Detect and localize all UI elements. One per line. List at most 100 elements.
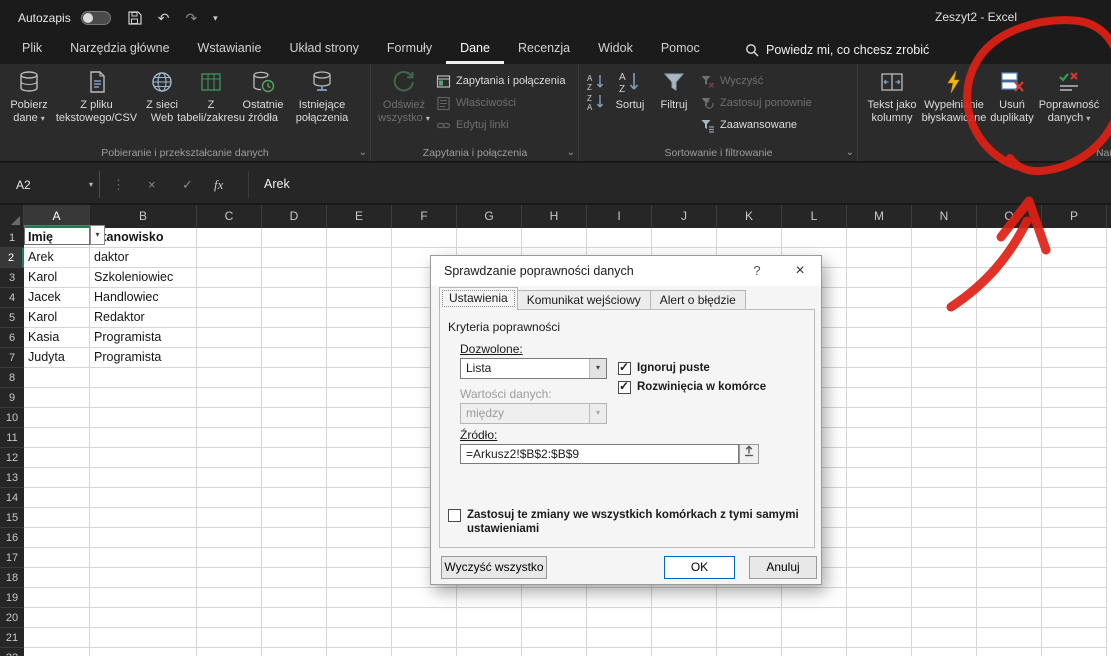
tell-me-search[interactable]: Powiedz mi, co chcesz zrobić: [745, 35, 929, 64]
cell-A5[interactable]: Karol: [24, 308, 90, 328]
cell-M15[interactable]: [847, 508, 912, 528]
cell-A17[interactable]: [24, 548, 90, 568]
cell-E17[interactable]: [327, 548, 392, 568]
cell-M11[interactable]: [847, 428, 912, 448]
cell-O8[interactable]: [977, 368, 1042, 388]
cell-N18[interactable]: [912, 568, 977, 588]
cell-P11[interactable]: [1042, 428, 1107, 448]
cell-E21[interactable]: [327, 628, 392, 648]
cell-E22[interactable]: [327, 648, 392, 656]
reapply-filter-button[interactable]: Zastosuj ponownie: [696, 92, 816, 114]
cell-E8[interactable]: [327, 368, 392, 388]
cell-J1[interactable]: [652, 228, 717, 248]
column-header-L[interactable]: L: [782, 205, 847, 228]
clear-all-button[interactable]: Wyczyść wszystko: [441, 556, 547, 579]
cell-D19[interactable]: [262, 588, 327, 608]
cell-E11[interactable]: [327, 428, 392, 448]
cell-C1[interactable]: [197, 228, 262, 248]
cancel-button[interactable]: Anuluj: [749, 556, 817, 579]
cell-A8[interactable]: [24, 368, 90, 388]
menu-tab-układ-strony[interactable]: Układ strony: [275, 35, 372, 64]
cell-C6[interactable]: [197, 328, 262, 348]
cell-E3[interactable]: [327, 268, 392, 288]
cell-G22[interactable]: [457, 648, 522, 656]
cell-A7[interactable]: Judyta: [24, 348, 90, 368]
cell-B3[interactable]: Szkoleniowiec: [90, 268, 197, 288]
sort-button[interactable]: AZ Sortuj: [608, 66, 652, 145]
cell-B16[interactable]: [90, 528, 197, 548]
cell-O21[interactable]: [977, 628, 1042, 648]
cell-N22[interactable]: [912, 648, 977, 656]
cell-O2[interactable]: [977, 248, 1042, 268]
cell-B7[interactable]: Programista: [90, 348, 197, 368]
cell-N20[interactable]: [912, 608, 977, 628]
cell-C17[interactable]: [197, 548, 262, 568]
combobox-caret-icon[interactable]: ▾: [589, 359, 606, 378]
cell-E20[interactable]: [327, 608, 392, 628]
cell-B15[interactable]: [90, 508, 197, 528]
cell-E10[interactable]: [327, 408, 392, 428]
cell-N14[interactable]: [912, 488, 977, 508]
cell-L22[interactable]: [782, 648, 847, 656]
cell-A15[interactable]: [24, 508, 90, 528]
undo-button[interactable]: ↶: [158, 11, 170, 25]
cell-I1[interactable]: [587, 228, 652, 248]
cell-G1[interactable]: [457, 228, 522, 248]
cell-P4[interactable]: [1042, 288, 1107, 308]
cell-O16[interactable]: [977, 528, 1042, 548]
cell-P21[interactable]: [1042, 628, 1107, 648]
cell-O5[interactable]: [977, 308, 1042, 328]
cell-P8[interactable]: [1042, 368, 1107, 388]
cell-O11[interactable]: [977, 428, 1042, 448]
menu-tab-recenzja[interactable]: Recenzja: [504, 35, 584, 64]
cell-B22[interactable]: [90, 648, 197, 656]
cell-D2[interactable]: [262, 248, 327, 268]
cell-C4[interactable]: [197, 288, 262, 308]
cell-B21[interactable]: [90, 628, 197, 648]
cell-L21[interactable]: [782, 628, 847, 648]
cell-C12[interactable]: [197, 448, 262, 468]
cell-P6[interactable]: [1042, 328, 1107, 348]
cell-C11[interactable]: [197, 428, 262, 448]
filter-button[interactable]: Filtruj: [652, 66, 696, 145]
cell-E13[interactable]: [327, 468, 392, 488]
flash-fill-button[interactable]: Wypełnianie błyskawiczne: [922, 66, 986, 145]
cell-J19[interactable]: [652, 588, 717, 608]
cell-A13[interactable]: [24, 468, 90, 488]
column-header-P[interactable]: P: [1042, 205, 1107, 228]
cell-B12[interactable]: [90, 448, 197, 468]
cell-E5[interactable]: [327, 308, 392, 328]
cell-B1[interactable]: Stanowisko: [90, 228, 197, 248]
customize-qat-button[interactable]: ▾: [213, 11, 218, 25]
cell-C21[interactable]: [197, 628, 262, 648]
cell-M4[interactable]: [847, 288, 912, 308]
cell-B5[interactable]: Redaktor: [90, 308, 197, 328]
cell-B9[interactable]: [90, 388, 197, 408]
cell-H21[interactable]: [522, 628, 587, 648]
queries-connections-button[interactable]: Zapytania i połączenia: [432, 70, 569, 92]
cell-I19[interactable]: [587, 588, 652, 608]
cell-C15[interactable]: [197, 508, 262, 528]
get-data-button[interactable]: Pobierz dane ▾: [4, 66, 54, 145]
name-box[interactable]: A2 ▾: [8, 171, 100, 198]
cell-M1[interactable]: [847, 228, 912, 248]
cell-H19[interactable]: [522, 588, 587, 608]
cell-P16[interactable]: [1042, 528, 1107, 548]
cell-O19[interactable]: [977, 588, 1042, 608]
cell-P19[interactable]: [1042, 588, 1107, 608]
sort-az-button[interactable]: AZ: [584, 72, 608, 92]
cell-C16[interactable]: [197, 528, 262, 548]
cell-D20[interactable]: [262, 608, 327, 628]
cell-B11[interactable]: [90, 428, 197, 448]
column-header-B[interactable]: B: [90, 205, 197, 228]
cell-B8[interactable]: [90, 368, 197, 388]
cell-N6[interactable]: [912, 328, 977, 348]
cell-L20[interactable]: [782, 608, 847, 628]
cell-E16[interactable]: [327, 528, 392, 548]
cell-J20[interactable]: [652, 608, 717, 628]
cell-B14[interactable]: [90, 488, 197, 508]
column-header-M[interactable]: M: [847, 205, 912, 228]
cell-F20[interactable]: [392, 608, 457, 628]
cell-I20[interactable]: [587, 608, 652, 628]
cell-D3[interactable]: [262, 268, 327, 288]
